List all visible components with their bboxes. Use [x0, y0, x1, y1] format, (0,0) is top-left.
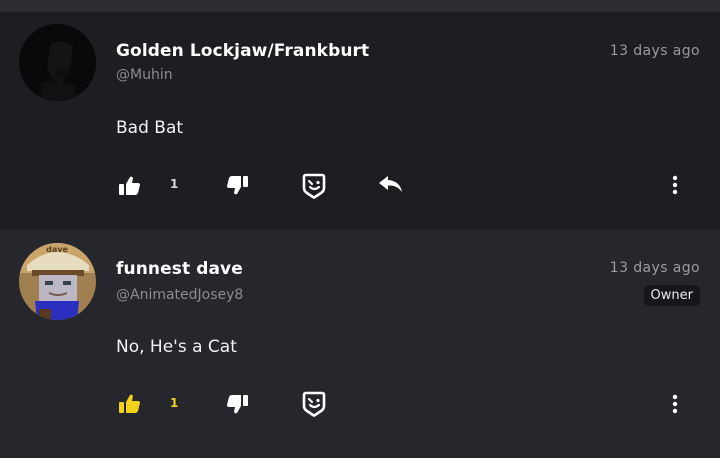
sticker-icon[interactable]: [302, 391, 326, 421]
thumbs-up-icon[interactable]: [119, 176, 141, 200]
thumbs-down-icon[interactable]: [226, 175, 248, 199]
sticker-icon[interactable]: [302, 173, 326, 203]
thumbs-up-icon[interactable]: [119, 394, 141, 418]
avatar[interactable]: dave: [19, 243, 96, 320]
more-options-icon[interactable]: [666, 175, 684, 199]
avatar-hat-text: dave: [46, 245, 68, 254]
author-handle[interactable]: @Muhin: [116, 67, 173, 83]
avatar[interactable]: [19, 24, 96, 101]
reply-icon[interactable]: [378, 175, 404, 197]
avatar-image: dave: [19, 243, 96, 320]
comment-text: No, He's a Cat: [116, 337, 237, 357]
comment-card: dave funnest dave @AnimatedJosey8 13 day…: [0, 230, 720, 458]
comment-text: Bad Bat: [116, 118, 184, 138]
top-divider: [0, 0, 720, 12]
avatar-image: [19, 24, 96, 101]
timestamp: 13 days ago: [609, 43, 700, 59]
thumbs-down-icon[interactable]: [226, 394, 248, 418]
author-handle[interactable]: @AnimatedJosey8: [116, 287, 243, 303]
comment-card: Golden Lockjaw/Frankburt @Muhin 13 days …: [0, 12, 720, 230]
owner-badge: Owner: [643, 285, 700, 306]
timestamp: 13 days ago: [609, 260, 700, 276]
more-options-icon[interactable]: [666, 394, 684, 418]
like-count: 1: [170, 177, 179, 191]
author-name[interactable]: funnest dave: [116, 259, 243, 279]
like-count: 1: [170, 396, 179, 410]
author-name[interactable]: Golden Lockjaw/Frankburt: [116, 41, 369, 61]
